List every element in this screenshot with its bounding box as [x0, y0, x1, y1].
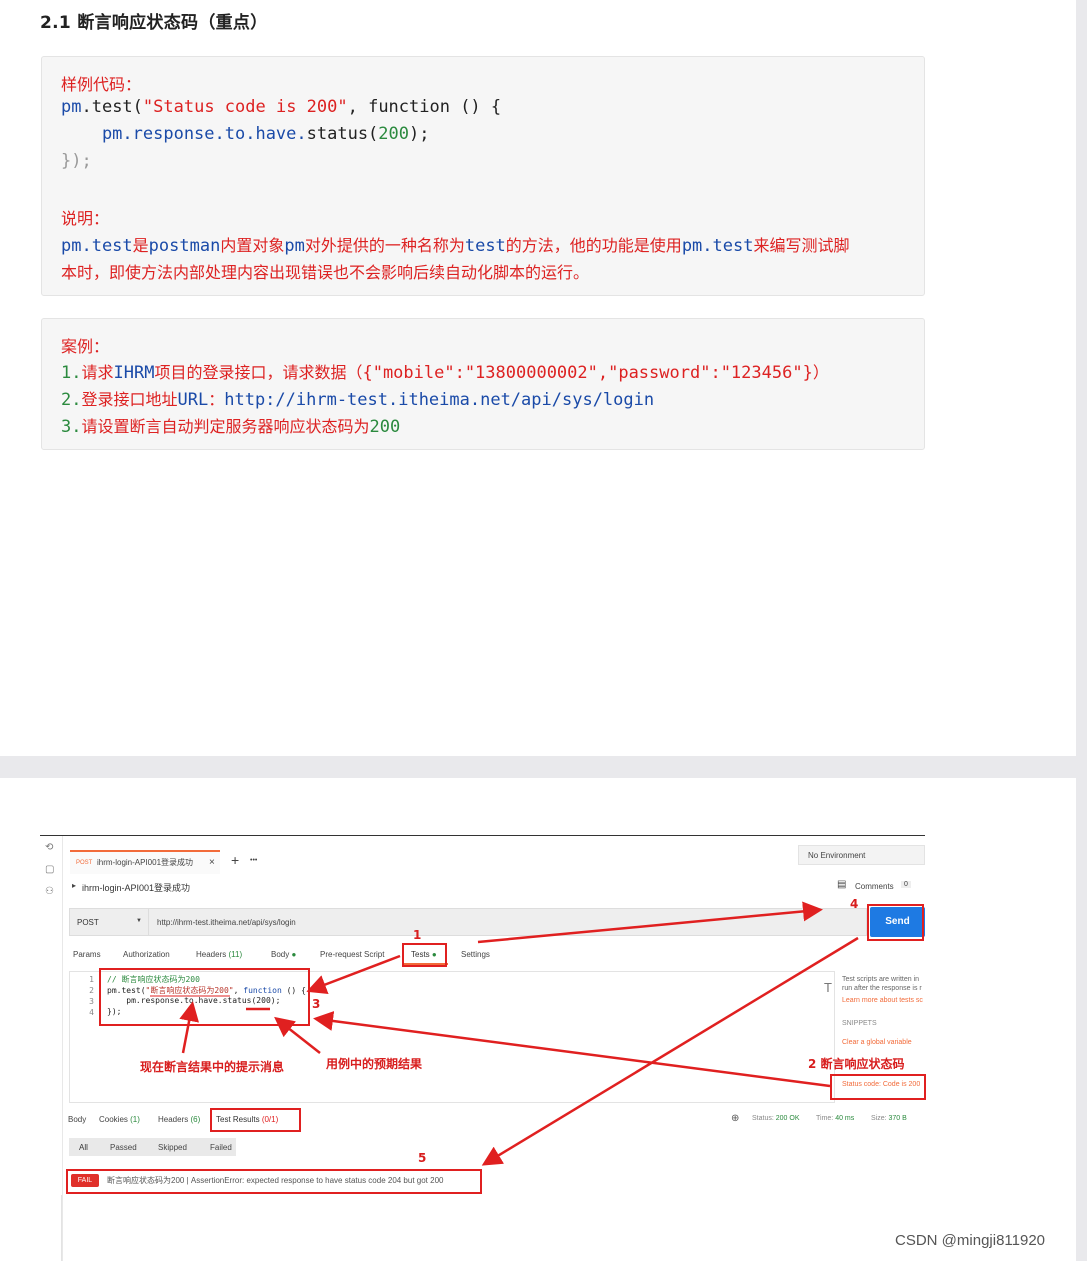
filter-passed[interactable]: Passed [110, 1143, 137, 1152]
snippet-clear-global[interactable]: Clear a global variable [842, 1039, 912, 1046]
annotation-1: 1 [413, 928, 422, 942]
chevron-down-icon[interactable]: ▼ [136, 918, 142, 924]
annotation-5: 5 [418, 1151, 427, 1165]
annotation-hint-message: 现在断言结果中的提示消息 [140, 1060, 285, 1074]
annotation-4: 4 [850, 897, 859, 911]
explain-label: 说明： [61, 209, 110, 228]
filter-all[interactable]: All [79, 1143, 88, 1152]
filter-skipped[interactable]: Skipped [158, 1143, 187, 1152]
comments-label[interactable]: Comments [855, 882, 894, 891]
tab-authorization[interactable]: Authorization [123, 950, 170, 959]
annotation-2: 2 断言响应状态码 [808, 1057, 905, 1071]
request-breadcrumb: ihrm-login-API001登录成功 [82, 883, 191, 893]
snippets-heading: SNIPPETS [842, 1020, 877, 1027]
line-numbers: 1 2 3 4 [89, 975, 94, 1017]
comments-count: 0 [901, 881, 911, 888]
tab-settings[interactable]: Settings [461, 950, 490, 959]
case-label: 案例： [61, 337, 110, 356]
tab-pre-request-script[interactable]: Pre-request Script [320, 950, 384, 959]
side-desc-2: run after the response is r [842, 985, 922, 992]
breadcrumb-caret-icon[interactable]: ▸ [72, 881, 76, 890]
resp-tab-headers[interactable]: Headers (6) [158, 1115, 200, 1124]
highlight-status-snippet [830, 1074, 926, 1100]
url-bar: POST ▼ http://ihrm-test.itheima.net/api/… [69, 908, 867, 936]
side-desc-1: Test scripts are written in [842, 976, 920, 983]
environment-select[interactable]: No Environment [798, 845, 925, 865]
top-border [40, 835, 925, 836]
resp-tab-body[interactable]: Body [68, 1115, 86, 1124]
response-time: Time: 40 ms [816, 1115, 855, 1122]
divider [148, 909, 149, 935]
code-line-2: pm.response.to.have.status(200); [61, 124, 430, 144]
apis-icon[interactable]: ⚇ [45, 886, 54, 897]
code-line-3: }); [61, 151, 92, 171]
more-tabs-button[interactable]: ••• [250, 857, 257, 864]
case-line-3: 3.请设置断言自动判定服务器响应状态码为200 [61, 417, 401, 437]
tab-body[interactable]: Body ● [271, 950, 296, 959]
document-page-top: 2.1 断言响应状态码（重点） 样例代码： pm.test("Status co… [0, 0, 1076, 756]
close-icon[interactable]: × [209, 852, 215, 874]
explain-line-2: 本时，即使方法内部处理内容出现错误也不会影响后续自动化脚本的运行。 [61, 263, 590, 282]
resp-tab-cookies[interactable]: Cookies (1) [99, 1115, 140, 1124]
history-icon[interactable]: ⟲ [45, 842, 53, 853]
highlight-test-code [99, 968, 310, 1026]
filter-failed[interactable]: Failed [210, 1143, 232, 1152]
method-select[interactable]: POST [77, 918, 99, 927]
annotation-expected-result: 用例中的预期结果 [326, 1057, 423, 1071]
collections-icon[interactable]: ▢ [45, 864, 54, 875]
tab-name: ihrm-login-API001登录成功 [97, 858, 194, 867]
annotation-3: 3 [312, 997, 321, 1011]
code-line-1: pm.test("Status code is 200", function (… [61, 97, 502, 117]
url-input[interactable]: http://ihrm-test.itheima.net/api/sys/log… [157, 918, 296, 927]
left-sidebar: ⟲ ▢ ⚇ [40, 836, 63, 1261]
tab-method: POST [76, 860, 93, 866]
comments-icon[interactable]: ▤ [837, 879, 846, 890]
response-size: Size: 370 B [871, 1115, 907, 1122]
tab-headers[interactable]: Headers (11) [196, 950, 242, 959]
case-box: 案例： 1.请求IHRM项目的登录接口，请求数据（{"mobile":"1380… [41, 318, 925, 450]
response-status: Status: 200 OK [752, 1115, 800, 1122]
text-cursor-icon: T [824, 980, 832, 995]
sample-label: 样例代码： [61, 75, 142, 94]
postman-screenshot: ⟲ ▢ ⚇ POST ihrm-login-API001登录成功 × + •••… [40, 835, 925, 1261]
globe-icon[interactable]: ⊕ [731, 1113, 739, 1124]
highlight-test-results-tab [210, 1108, 301, 1132]
divider [61, 1195, 62, 1261]
highlight-fail-result [66, 1169, 482, 1194]
request-tab[interactable]: POST ihrm-login-API001登录成功 × [70, 850, 220, 874]
learn-more-link[interactable]: Learn more about tests sc [842, 997, 923, 1004]
sample-code-box: 样例代码： pm.test("Status code is 200", func… [41, 56, 925, 296]
case-line-1: 1.请求IHRM项目的登录接口，请求数据（{"mobile":"13800000… [61, 363, 829, 383]
section-heading: 2.1 断言响应状态码（重点） [40, 13, 268, 33]
highlight-send-button [867, 904, 924, 941]
add-tab-button[interactable]: + [231, 852, 239, 868]
highlight-tests-tab [402, 943, 447, 967]
tab-params[interactable]: Params [73, 950, 101, 959]
explain-line-1: pm.test是postman内置对象pm对外提供的一种名称为test的方法，他… [61, 236, 850, 256]
case-line-2: 2.登录接口地址URL：http://ihrm-test.itheima.net… [61, 390, 655, 410]
watermark: CSDN @mingji811920 [895, 1232, 1046, 1249]
